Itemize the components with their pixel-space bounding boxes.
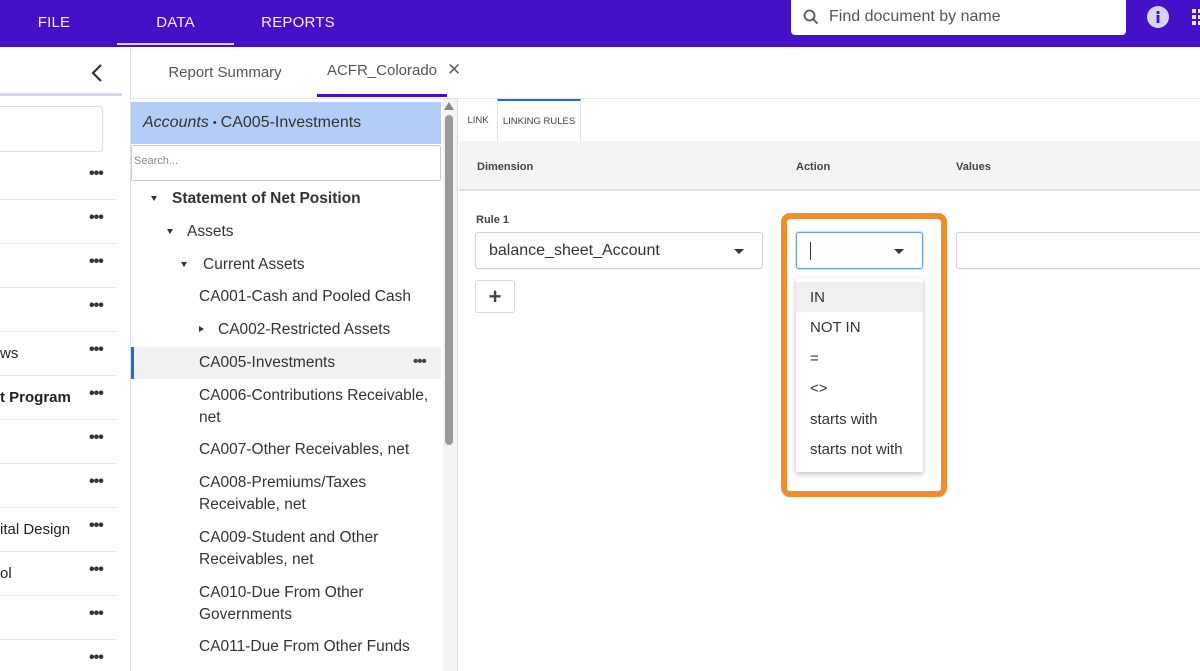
more-options-icon[interactable]: •••: [89, 561, 104, 579]
action-select[interactable]: [796, 232, 923, 269]
column-action: Action: [796, 161, 831, 173]
option-not-equals[interactable]: <>: [796, 373, 923, 403]
tab-link[interactable]: LINK: [462, 99, 494, 141]
more-options-icon[interactable]: •••: [89, 385, 104, 403]
more-options-icon[interactable]: •••: [89, 209, 104, 227]
more-options-icon[interactable]: •••: [89, 517, 104, 535]
tree-search-field[interactable]: [131, 145, 441, 181]
option-starts-not-with[interactable]: starts not with: [796, 434, 923, 464]
more-options-icon[interactable]: •••: [89, 429, 104, 447]
collapsed-caret-icon[interactable]: [199, 326, 204, 332]
nav-row[interactable]: •••: [0, 244, 116, 288]
top-app-bar: FILE DATA REPORTS: [0, 0, 1200, 47]
more-options-icon[interactable]: •••: [89, 473, 104, 491]
dimension-select[interactable]: balance_sheet_Account: [475, 232, 763, 269]
tree-node-ca009[interactable]: CA009-Student and Other: [199, 527, 378, 549]
tab-report-summary[interactable]: Report Summary: [150, 47, 300, 97]
nav-row-label: t Program: [0, 389, 71, 406]
tree-node-ca007[interactable]: CA007-Other Receivables, net: [199, 439, 409, 461]
nav-row[interactable]: •••: [0, 288, 116, 332]
breadcrumb-separator: •: [212, 117, 217, 129]
document-search-input[interactable]: [829, 6, 1114, 28]
nav-row[interactable]: ws •••: [0, 332, 116, 376]
leftnav-divider: [0, 93, 122, 96]
left-navigation-panel: ••• ••• ••• ••• ws ••• t Program ••• ••• •…: [0, 47, 131, 671]
collapse-panel-chevron-icon[interactable]: [86, 61, 110, 85]
option-in[interactable]: IN: [796, 282, 923, 312]
option-starts-with[interactable]: starts with: [796, 404, 923, 434]
nav-row[interactable]: •••: [0, 464, 116, 508]
menu-file[interactable]: FILE: [0, 0, 108, 45]
selected-account-breadcrumb: Accounts • CA005-Investments: [131, 102, 441, 144]
tree-node-current-assets[interactable]: Current Assets: [203, 254, 305, 276]
account-tree-panel: Accounts • CA005-Investments ••• Stateme…: [131, 99, 458, 671]
dropdown-arrow-icon: [734, 249, 744, 254]
scroll-up-arrow-icon[interactable]: [444, 102, 454, 110]
nav-row[interactable]: ol •••: [0, 552, 116, 596]
more-options-icon[interactable]: •••: [89, 253, 104, 271]
leftnav-search-field[interactable]: [0, 106, 103, 152]
nav-row[interactable]: •••: [0, 596, 116, 640]
dropdown-arrow-icon: [894, 249, 904, 254]
more-options-icon[interactable]: •••: [89, 341, 104, 359]
rule-label: Rule 1: [476, 214, 510, 226]
breadcrumb-dimension: Accounts: [143, 114, 209, 131]
nav-row-label: ital Design: [0, 521, 71, 538]
tree-node-assets[interactable]: Assets: [187, 221, 234, 243]
close-tab-icon[interactable]: ✕: [447, 60, 461, 80]
action-options-dropdown: IN NOT IN = <> starts with starts not wi…: [796, 278, 923, 472]
tree-node-statement-of-net-position[interactable]: Statement of Net Position: [172, 188, 361, 210]
search-icon: [803, 9, 819, 25]
add-rule-button[interactable]: +: [475, 280, 515, 313]
more-options-icon[interactable]: •••: [413, 353, 427, 370]
tree-node-ca009-cont: Receivables, net: [199, 551, 314, 568]
apps-grid-icon[interactable]: [1192, 9, 1200, 25]
tree-node-ca005[interactable]: CA005-Investments: [199, 352, 335, 374]
tab-acfr-colorado[interactable]: ACFR_Colorado: [317, 47, 447, 97]
column-values: Values: [956, 161, 991, 173]
nav-row[interactable]: t Program •••: [0, 376, 116, 420]
text-cursor: [810, 242, 811, 260]
expand-caret-icon[interactable]: [167, 229, 173, 234]
values-input[interactable]: [956, 232, 1200, 269]
tree-node-ca001[interactable]: CA001-Cash and Pooled Cash: [199, 286, 411, 308]
nav-row-label: ws: [0, 345, 19, 362]
tab-linking-rules[interactable]: LINKING RULES: [497, 99, 581, 141]
option-equals[interactable]: =: [796, 343, 923, 373]
tree-node-ca006-cont: net: [199, 409, 221, 426]
more-options-icon[interactable]: •••: [89, 165, 104, 183]
nav-row[interactable]: •••: [0, 640, 116, 671]
menu-data[interactable]: DATA: [117, 0, 234, 45]
dimension-select-value: balance_sheet_Account: [489, 242, 660, 259]
more-options-icon[interactable]: •••: [89, 649, 104, 667]
expand-caret-icon[interactable]: [181, 262, 187, 267]
document-search-box[interactable]: [791, 0, 1126, 35]
tree-node-ca011[interactable]: CA011-Due From Other Funds: [199, 636, 410, 658]
nav-row[interactable]: ital Design •••: [0, 508, 116, 552]
nav-row[interactable]: •••: [0, 420, 116, 464]
breadcrumb-account: CA005-Investments: [220, 114, 362, 131]
tree-scrollbar-thumb[interactable]: [445, 115, 453, 445]
nav-row[interactable]: •••: [0, 156, 116, 200]
tree-node-ca010[interactable]: CA010-Due From Other: [199, 582, 364, 604]
tree-node-ca008-cont: Receivable, net: [199, 496, 306, 513]
rules-table-header: Dimension Action Values: [459, 141, 1200, 191]
more-options-icon[interactable]: •••: [89, 605, 104, 623]
tree-node-ca002[interactable]: CA002-Restricted Assets: [218, 319, 390, 341]
option-not-in[interactable]: NOT IN: [796, 312, 923, 342]
nav-row[interactable]: •••: [0, 200, 116, 244]
tree-node-ca008[interactable]: CA008-Premiums/Taxes: [199, 472, 366, 494]
column-dimension: Dimension: [477, 161, 534, 173]
info-icon[interactable]: [1147, 6, 1169, 28]
more-options-icon[interactable]: •••: [89, 297, 104, 315]
tree-search-input[interactable]: [132, 146, 432, 176]
expand-caret-icon[interactable]: [151, 196, 157, 201]
tree-node-ca006[interactable]: CA006-Contributions Receivable,: [199, 385, 428, 407]
tree-node-ca010-cont: Governments: [199, 606, 293, 623]
menu-reports[interactable]: REPORTS: [244, 0, 352, 45]
nav-row-label: ol: [0, 565, 12, 582]
